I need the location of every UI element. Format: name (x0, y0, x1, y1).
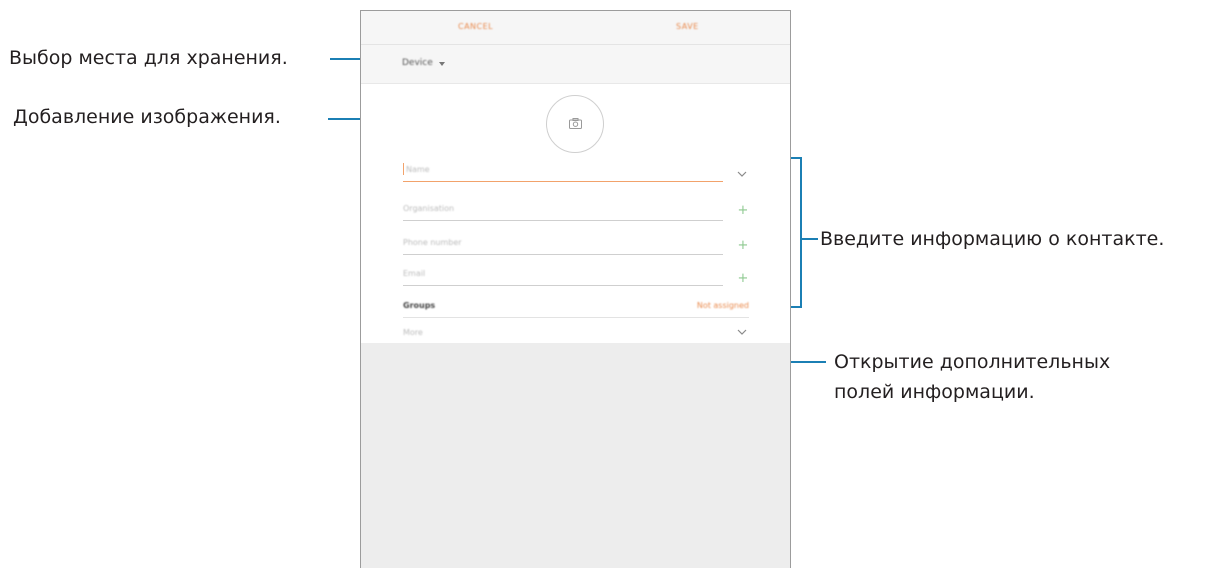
email-field[interactable]: Email (403, 263, 723, 286)
organisation-placeholder: Organisation (403, 204, 455, 213)
plus-icon[interactable]: + (737, 204, 749, 217)
storage-selector[interactable]: Device (361, 45, 790, 84)
cancel-button[interactable]: CANCEL (458, 22, 493, 31)
callout-storage: Выбор места для хранения. (9, 47, 288, 69)
plus-icon[interactable]: + (737, 272, 749, 285)
groups-label: Groups (403, 301, 436, 310)
contact-form: Name Organisation + Phone number + Email… (361, 84, 790, 343)
email-placeholder: Email (403, 269, 426, 278)
storage-label: Device (402, 58, 433, 68)
phone-field[interactable]: Phone number (403, 232, 723, 255)
callout-more-line2: полей информации. (834, 381, 1035, 403)
leader-info-out (802, 238, 818, 240)
contact-editor-screen: CANCEL SAVE Device Name Organisation + P… (360, 10, 791, 568)
organisation-field[interactable]: Organisation (403, 198, 723, 221)
name-field[interactable]: Name (403, 159, 723, 182)
plus-icon[interactable]: + (737, 239, 749, 252)
phone-placeholder: Phone number (403, 238, 462, 247)
name-placeholder: Name (406, 165, 430, 174)
callout-info: Введите информацию о контакте. (820, 228, 1165, 250)
text-cursor (403, 163, 404, 175)
caret-down-icon (439, 62, 445, 66)
groups-value: Not assigned (696, 301, 749, 310)
save-button[interactable]: SAVE (676, 22, 699, 31)
add-image-button[interactable] (546, 95, 604, 153)
callout-more-line1: Открытие дополнительных (834, 351, 1111, 373)
chevron-down-icon[interactable] (737, 169, 747, 179)
leader-info-bracket (800, 157, 802, 308)
groups-row[interactable]: Groups Not assigned (403, 295, 749, 318)
camera-icon (569, 118, 582, 129)
callout-image: Добавление изображения. (13, 106, 281, 128)
action-bar: CANCEL SAVE (361, 11, 790, 45)
more-label: More (403, 328, 423, 337)
chevron-down-icon[interactable] (737, 327, 747, 337)
